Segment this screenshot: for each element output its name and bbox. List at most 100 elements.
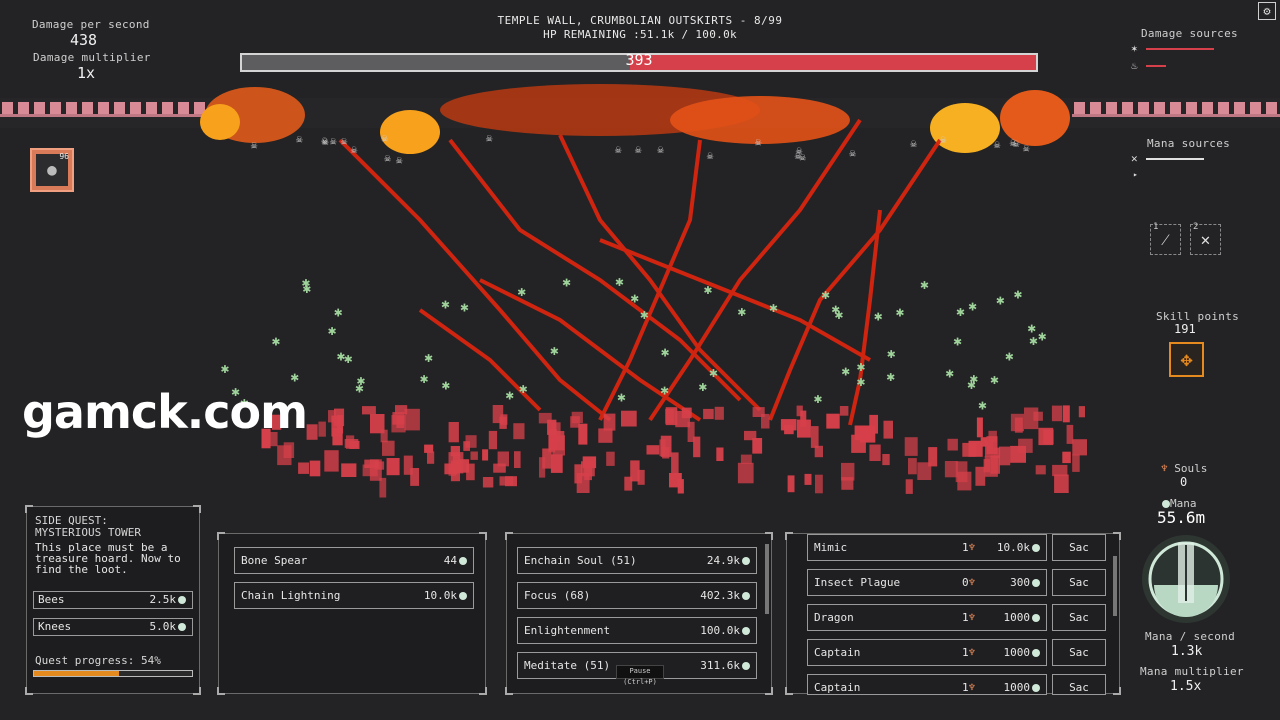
skill-enlightenment[interactable]: Enlightenment 100.0k [517,617,757,644]
enemy-unit [410,468,420,486]
ally-unit: ✱ [303,281,312,297]
mana-multiplier-value: 1.5x [1170,679,1202,694]
dps-value: 438 [70,31,98,49]
enemy-unit [752,438,763,454]
spells-panel: Bone Spear 44 Chain Lightning 10.0k [217,532,487,695]
summon-insect-plague[interactable]: Insect Plague 0♆ 300 [807,569,1047,596]
enemy-unit [917,462,932,480]
enemy-unit [444,463,458,475]
defender-unit: ☠ [341,135,348,148]
sacrifice-button[interactable]: Sac [1052,639,1106,666]
wall-crenel [1106,102,1117,114]
wall-crenel [18,102,29,114]
enemy-unit [904,437,918,456]
enemy-unit [1078,406,1085,418]
wall-crenel [162,102,173,114]
enemy-unit [814,445,823,458]
spell-chain-lightning[interactable]: Chain Lightning 10.0k [234,582,474,609]
requirement-name: Knees [38,620,72,633]
enemy-unit [737,462,754,484]
wall-crenel [50,102,61,114]
enemy-unit [1062,451,1071,464]
enemy-unit [665,407,678,426]
wall-crenel [0,114,16,117]
wall-crenel [34,102,45,114]
enemy-unit [787,475,795,493]
sacrifice-button[interactable]: Sac [1052,674,1106,695]
enemy-unit [869,444,881,461]
wall-crenel [1088,114,1104,117]
defender-unit: ☠ [322,135,329,148]
mana-icon [742,592,750,600]
enemy-unit [337,415,344,434]
defender-unit: ☠ [615,143,622,156]
ally-unit: ✱ [518,284,527,300]
soul-cost: 1♆ [962,541,976,554]
hp-remaining-text: HP REMAINING :51.1k / 100.0k [543,28,737,41]
wall-crenel [112,114,128,117]
enemy-unit [1038,427,1054,446]
wall-crenel [1154,102,1165,114]
spell-bone-spear[interactable]: Bone Spear 44 [234,547,474,574]
summon-dragon[interactable]: Dragon 1♆ 1000 [807,604,1047,631]
skill-enchain-soul[interactable]: Enchain Soul (51) 24.9k [517,547,757,574]
enemy-unit [382,440,395,456]
settings-icon[interactable]: ⚙ [1258,2,1276,20]
pause-tooltip: Pause (Ctrl+P) [616,665,664,686]
defender-unit: ☠ [351,143,358,156]
summon-mimic[interactable]: Mimic 1♆ 10.0k [807,534,1047,561]
wall-crenel [96,114,112,117]
summons-scrollbar[interactable] [1113,556,1117,616]
defender-unit: ☠ [657,143,664,156]
enemy-unit [677,479,684,494]
defender-unit: ☠ [994,138,1001,151]
sacrifice-button[interactable]: Sac [1052,534,1106,561]
wall-crenel [1248,114,1264,117]
wall-crenel [1138,102,1149,114]
enemy-unit [804,473,812,485]
spell-cost: 10.0k [424,583,467,608]
ally-unit: ✱ [631,290,640,306]
enemy-unit [306,424,318,440]
defender-unit: ☠ [384,151,391,164]
quest-progress-label: Quest progress: 54% [35,654,161,667]
enemy-unit [379,477,387,498]
skill-focus[interactable]: Focus (68) 402.3k [517,582,757,609]
wall-crenel [160,114,176,117]
enemy-hp-bar: 393 [240,51,1038,72]
ally-unit: ✱ [874,308,883,324]
watermark: gamck.com [22,385,308,439]
wall-crenel [1232,114,1248,117]
ally-unit: ✱ [615,274,624,290]
quest-title: SIDE QUEST: MYSTERIOUS TOWER [35,514,141,539]
summon-captain[interactable]: Captain 1♆ 1000 [807,639,1047,666]
level-title: TEMPLE WALL, CRUMBOLIAN OUTSKIRTS - 8/99 [497,14,783,27]
ally-unit: ✱ [996,293,1005,309]
ally-unit: ✱ [328,323,337,339]
spell-name: Bone Spear [241,554,308,567]
hp-bar-value: 393 [625,51,653,69]
mana-icon [1162,500,1170,508]
enemy-unit [1066,424,1074,444]
summon-captain[interactable]: Captain 1♆ 1000 [807,674,1047,695]
damage-sources-label: Damage sources [1141,27,1238,40]
enemy-unit [826,413,840,429]
mana-icon [459,592,467,600]
wall-crenel [1152,114,1168,117]
ally-unit: ✱ [221,361,230,377]
skills-scrollbar[interactable] [765,544,769,614]
ally-unit: ✱ [990,372,999,388]
mana-orb-icon[interactable] [1140,533,1232,625]
sacrifice-button[interactable]: Sac [1052,569,1106,596]
enemy-unit [854,425,871,441]
wall-crenel [1170,102,1181,114]
sacrifice-button[interactable]: Sac [1052,604,1106,631]
wall-crenel [1218,102,1229,114]
ally-unit: ✱ [704,282,713,298]
ally-unit: ✱ [660,383,669,399]
soul-icon: ♆ [968,646,976,659]
defender-unit: ☠ [910,137,917,150]
enemy-unit [681,407,692,419]
chain-lightning-bolts [338,118,942,426]
mana-icon [742,557,750,565]
